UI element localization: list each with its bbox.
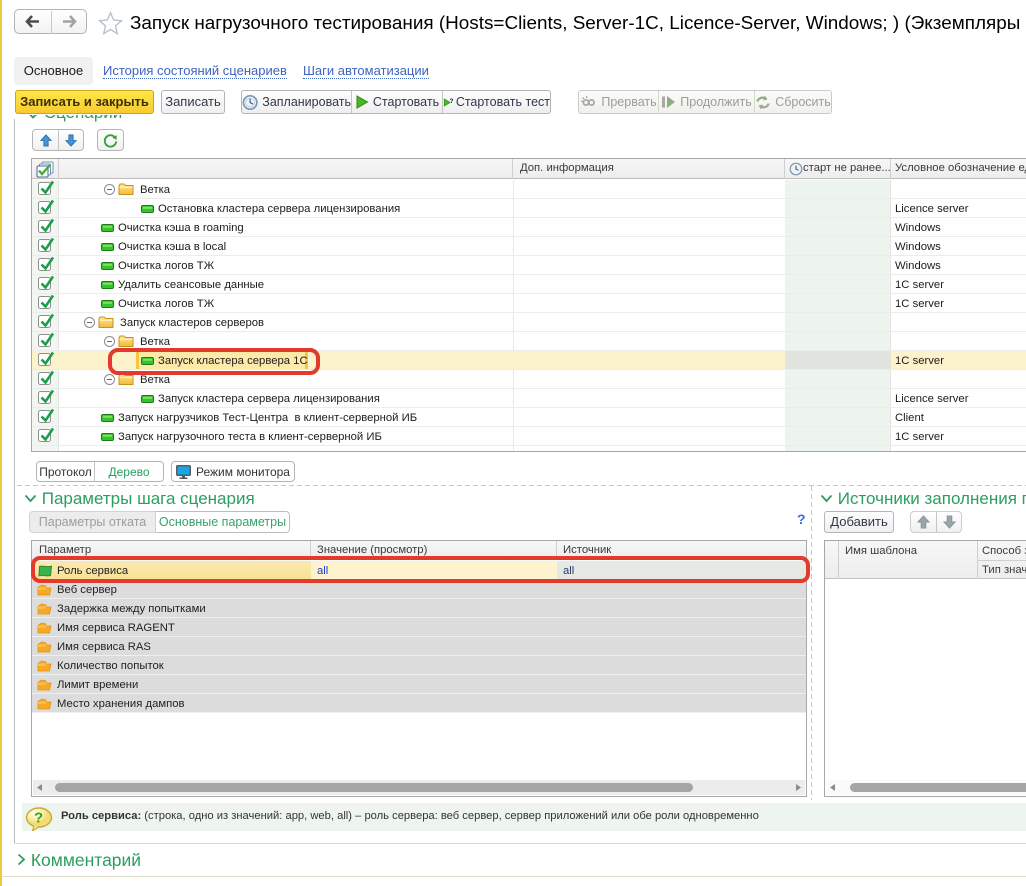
svg-text:?: ? — [34, 810, 43, 827]
svg-text:?: ? — [450, 98, 454, 105]
